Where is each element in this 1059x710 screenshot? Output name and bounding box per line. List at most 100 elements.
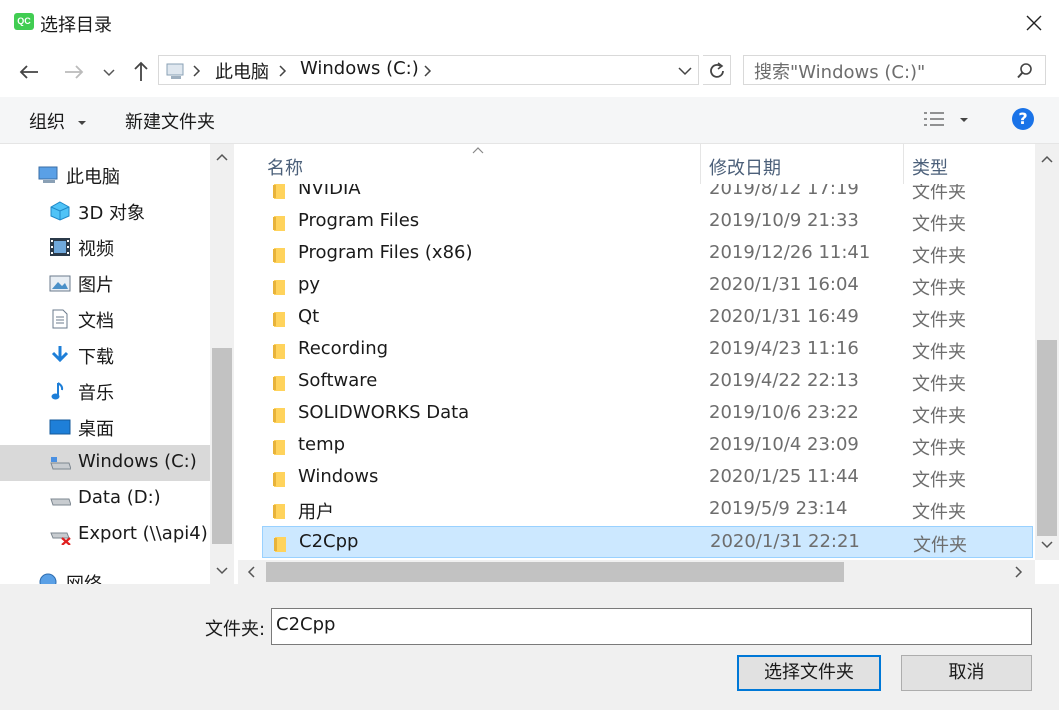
folder-icon [273,280,285,295]
sidebar-item-windows-c[interactable]: Windows (C:) [0,445,210,481]
file-list-scroll-thumb[interactable] [1037,340,1057,536]
file-list-vertical-scrollbar[interactable] [1035,144,1059,560]
scroll-up-icon [216,153,228,161]
computer-icon [166,63,184,79]
sidebar-item-data-d[interactable]: Data (D:) [0,481,210,517]
list-item[interactable]: temp 2019/10/4 23:09 文件夹 [262,430,1033,462]
arrow-left-icon [19,65,38,79]
nav-pane-scroll-thumb[interactable] [212,348,232,544]
window-title: 选择目录 [40,15,112,36]
3d-objects-icon [50,201,70,221]
sidebar-item-label: Windows (C:) [78,451,197,472]
list-item[interactable]: Recording 2019/4/23 11:16 文件夹 [262,334,1033,366]
search-icon [1017,63,1032,79]
music-icon [51,382,64,400]
title-bar [0,0,1059,46]
recent-locations-button[interactable] [98,58,120,86]
folder-name-input[interactable]: C2Cpp [271,608,1032,645]
drive-icon [50,457,71,470]
folder-icon [273,184,285,199]
documents-icon [52,309,68,329]
dialog-footer [0,584,1059,710]
up-button[interactable] [127,58,155,86]
sidebar-item-label: 图片 [78,275,114,296]
list-item[interactable]: Program Files (x86) 2019/12/26 11:41 文件夹 [262,238,1033,270]
caret-down-icon [77,121,86,125]
sidebar-item-3d-objects[interactable]: 3D 对象 [0,193,210,229]
sidebar-item-documents[interactable]: 文档 [0,301,210,337]
list-item[interactable]: Software 2019/4/22 22:13 文件夹 [262,366,1033,398]
back-button[interactable] [16,58,44,86]
folder-field-label: 文件夹: [205,619,266,640]
scroll-left-icon [247,566,255,578]
pictures-icon [49,275,71,292]
sidebar-item-label: 桌面 [78,419,114,440]
search-input[interactable]: 搜索"Windows (C:)" [743,55,1046,85]
folder-icon [273,248,285,263]
download-icon [51,346,69,363]
list-item[interactable]: Program Files 2019/10/9 21:33 文件夹 [262,206,1033,238]
chevron-right-icon [424,65,432,77]
close-button[interactable] [1010,0,1059,46]
sidebar-item-export-network[interactable]: Export (\\api4) [0,517,210,553]
list-item[interactable]: py 2020/1/31 16:04 文件夹 [262,270,1033,302]
folder-icon [273,440,285,455]
column-header-modified[interactable]: 修改日期 [709,154,781,180]
folder-icon [273,312,285,327]
file-list-h-scroll-thumb[interactable] [266,562,844,582]
file-rows-viewport: NVIDIA 2019/8/12 17:19 文件夹 Program Files 20… [238,172,1035,560]
address-bar[interactable]: 此电脑 Windows (C:) [158,55,699,85]
sidebar-item-downloads[interactable]: 下载 [0,337,210,373]
nav-pane-scrollbar[interactable] [210,144,234,584]
cancel-button[interactable]: 取消 [901,655,1032,691]
view-options-button[interactable] [922,109,974,131]
sidebar-item-this-pc[interactable]: 此电脑 [0,157,210,193]
list-item[interactable]: Windows 2020/1/25 11:44 文件夹 [262,462,1033,494]
sidebar-item-desktop[interactable]: 桌面 [0,409,210,445]
organize-menu-button[interactable]: 组织 [29,108,87,134]
sidebar-item-label: 视频 [78,239,114,260]
details-view-icon [924,112,968,126]
folder-icon [273,344,285,359]
breadcrumb-this-pc[interactable]: 此电脑 [215,58,269,84]
sidebar-item-label: 网络 [66,570,102,584]
computer-icon [38,166,58,183]
video-icon [50,238,70,256]
sidebar-item-label: 3D 对象 [78,203,146,224]
forward-button[interactable] [60,58,88,86]
folder-icon [273,472,285,487]
sidebar-item-videos[interactable]: 视频 [0,229,210,265]
sidebar-item-label: 文档 [78,311,114,332]
column-header-name[interactable]: 名称 [267,154,303,180]
new-folder-button[interactable]: 新建文件夹 [125,108,215,134]
arrow-up-icon [134,61,148,81]
breadcrumb-windows-c[interactable]: Windows (C:) [300,58,419,79]
list-item[interactable]: Qt 2020/1/31 16:49 文件夹 [262,302,1033,334]
list-item[interactable]: SOLIDWORKS Data 2019/10/6 23:22 文件夹 [262,398,1033,430]
sidebar-item-pictures[interactable]: 图片 [0,265,210,301]
navigation-pane: 此电脑 3D 对象 视频 图片 文档 下载 音乐 桌面 Windows (C:)… [0,144,210,584]
sidebar-item-music[interactable]: 音乐 [0,373,210,409]
sidebar-item-label: 下载 [78,347,114,368]
file-list-horizontal-scrollbar[interactable] [238,560,1035,584]
chevron-right-icon [279,65,287,77]
close-icon [1026,15,1042,31]
scroll-up-icon [1041,155,1053,163]
organize-label: 组织 [29,112,65,133]
scroll-right-icon [1015,566,1023,578]
select-folder-button[interactable]: 选择文件夹 [737,655,881,691]
column-header-type[interactable]: 类型 [912,154,948,180]
refresh-button[interactable] [703,55,731,85]
sidebar-item-network[interactable]: 网络 [0,564,210,584]
chevron-down-icon[interactable] [677,64,693,78]
scroll-down-icon [1041,541,1053,549]
folder-icon [273,216,285,231]
chevron-down-icon [103,69,115,77]
network-drive-icon [50,532,71,545]
list-item-selected[interactable]: C2Cpp 2020/1/31 22:21 文件夹 [262,526,1033,558]
folder-icon [273,376,285,391]
help-button[interactable]: ? [1012,108,1034,130]
arrow-right-icon [65,65,84,79]
help-icon: ? [1018,109,1028,128]
list-item[interactable]: 用户 2019/5/9 23:14 文件夹 [262,494,1033,526]
